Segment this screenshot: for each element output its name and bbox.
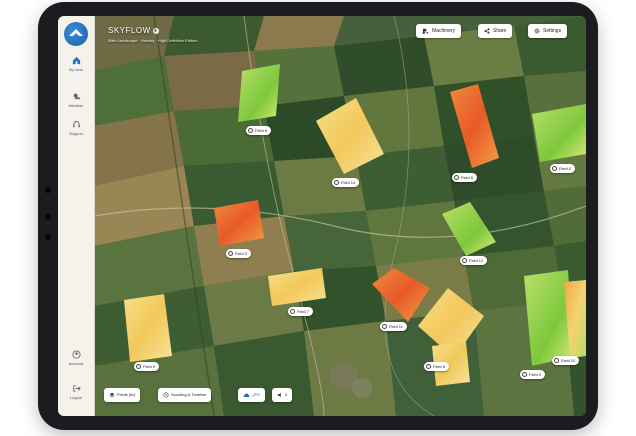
- settings-button[interactable]: Settings: [528, 24, 568, 38]
- sidebar-item-account[interactable]: Account: [58, 350, 94, 366]
- account-icon: [71, 350, 81, 359]
- field-8-overlay[interactable]: [238, 64, 280, 122]
- field-pin-icon: [522, 372, 527, 378]
- speaker-icon: [277, 392, 281, 398]
- side-button-dot: [45, 234, 51, 240]
- field-label[interactable]: Field 5: [452, 173, 478, 182]
- sidebar-item-label: Account: [68, 361, 84, 366]
- field-pin-icon: [228, 251, 233, 257]
- field-label[interactable]: Field 4: [520, 370, 546, 379]
- sidebar-item-my-farm[interactable]: My farm: [58, 56, 94, 72]
- sidebar-item-logout[interactable]: Logout: [58, 384, 94, 400]
- map-canvas[interactable]: [94, 16, 586, 416]
- field-pin-icon: [552, 166, 557, 172]
- field-pin-icon: [382, 324, 387, 330]
- camera-dot: [45, 214, 51, 220]
- field-label[interactable]: Field 12: [460, 256, 488, 265]
- field-label[interactable]: Field 9: [134, 362, 160, 371]
- tablet-frame: My farm Weather Support Account Logout F…: [38, 2, 598, 430]
- sidebar-item-label: Logout: [69, 395, 83, 400]
- field-label[interactable]: Field 11: [380, 322, 407, 331]
- audio-chip[interactable]: 0: [272, 388, 293, 402]
- app-header: SKYFLOW ▾ Main Landscape · Norway · High …: [108, 26, 197, 43]
- field-label[interactable]: Field 10: [552, 356, 580, 365]
- share-icon: [484, 28, 490, 34]
- field-label[interactable]: Field 6: [424, 362, 450, 371]
- tractor-icon: [422, 28, 429, 34]
- field-label[interactable]: Field 7: [288, 307, 314, 316]
- field-pin-icon: [554, 358, 559, 364]
- satellite-map[interactable]: Field 8 Field 14 Field 5 Field 2 Field 1…: [94, 16, 586, 416]
- scouting-timeline-button[interactable]: Scouting & Timeline: [158, 388, 212, 402]
- field-label[interactable]: Field 3: [226, 249, 252, 258]
- gear-icon: [534, 28, 540, 34]
- field-label[interactable]: Field 14: [332, 178, 360, 187]
- field-label[interactable]: Field 8: [246, 126, 272, 135]
- field-pin-icon: [426, 364, 431, 370]
- cloud-icon: [243, 393, 250, 397]
- field-pin-icon: [248, 128, 253, 134]
- sidebar-item-label: Weather: [68, 103, 84, 108]
- field-3-overlay[interactable]: [214, 200, 264, 246]
- machinery-button[interactable]: Machinery: [416, 24, 462, 38]
- sidebar: My farm Weather Support Account Logout: [58, 16, 95, 416]
- field-pin-icon: [462, 258, 467, 264]
- weather-chip[interactable]: -2°C: [238, 388, 266, 402]
- field-9-overlay[interactable]: [124, 294, 172, 362]
- layers-icon: [109, 392, 115, 398]
- home-icon: [72, 56, 80, 65]
- app-logo[interactable]: [64, 22, 88, 46]
- side-button-dot: [45, 187, 51, 193]
- timeline-icon: [163, 392, 169, 398]
- sidebar-item-support[interactable]: Support: [58, 120, 94, 136]
- fields-button[interactable]: Fields (fix): [104, 388, 141, 402]
- field-pin-icon: [290, 309, 295, 315]
- sidebar-item-label: Support: [68, 131, 83, 136]
- app-title[interactable]: SKYFLOW ▾: [108, 26, 197, 35]
- weather-icon: [73, 93, 80, 100]
- share-button[interactable]: Share: [478, 24, 513, 38]
- app-screen: My farm Weather Support Account Logout F…: [58, 16, 586, 416]
- field-pin-icon: [136, 364, 141, 370]
- logo-icon: [69, 29, 83, 36]
- app-subtitle: Main Landscape · Norway · High Definitio…: [108, 38, 198, 43]
- field-pin-icon: [454, 175, 459, 181]
- headset-icon: [72, 120, 80, 128]
- logout-icon: [72, 385, 81, 392]
- sidebar-item-label: My farm: [68, 67, 84, 72]
- field-label[interactable]: Field 2: [550, 164, 576, 173]
- sidebar-item-weather[interactable]: Weather: [58, 92, 94, 108]
- field-2-overlay[interactable]: [532, 104, 586, 162]
- field-pin-icon: [334, 180, 339, 186]
- chevron-down-icon[interactable]: ▾: [152, 27, 159, 34]
